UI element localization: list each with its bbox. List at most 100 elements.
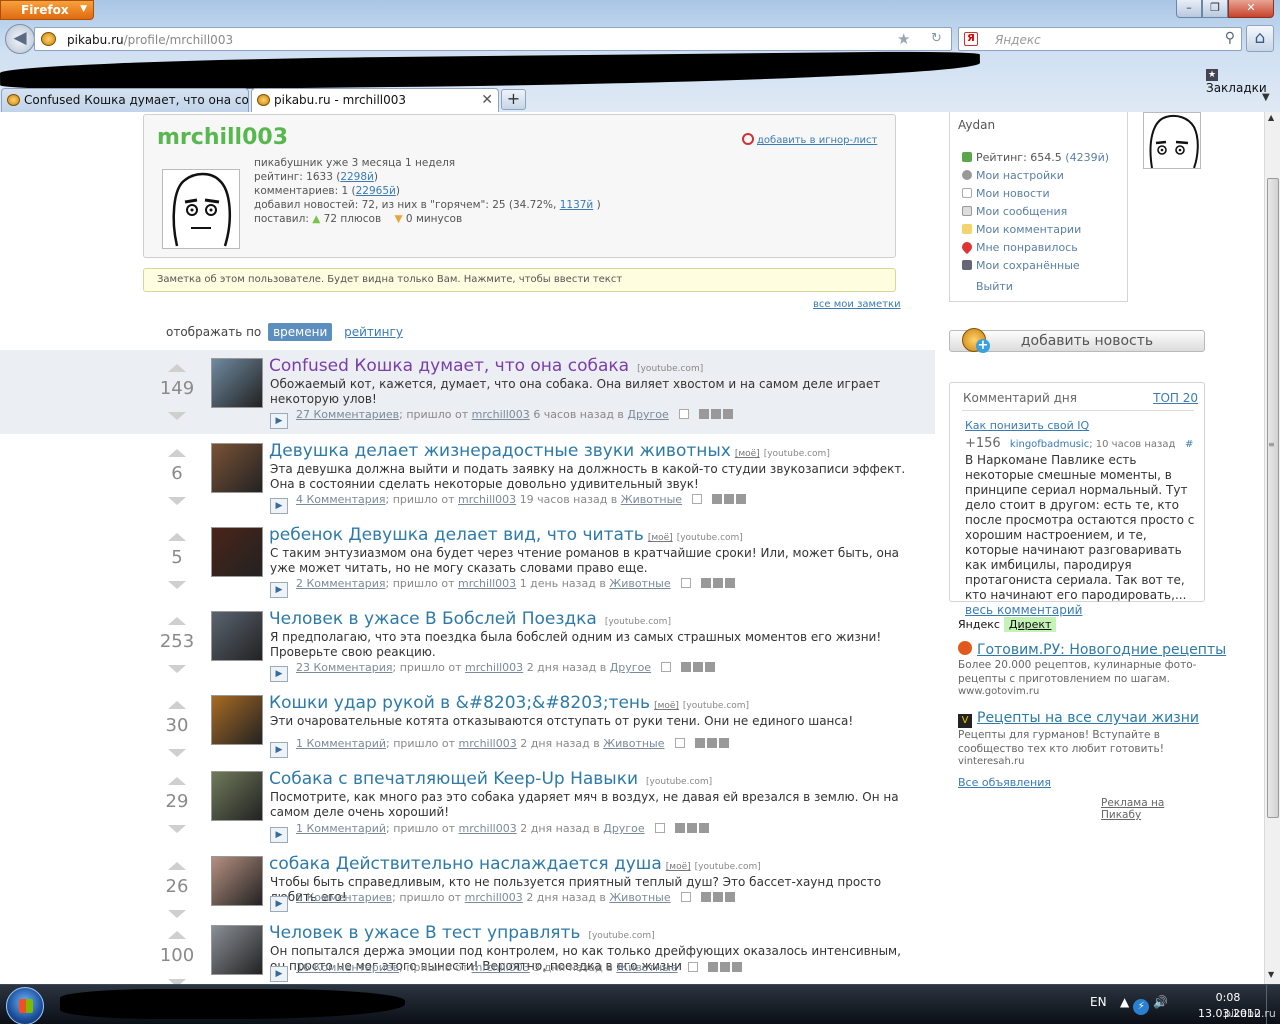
scroll-up-icon[interactable]: ▲	[1268, 113, 1274, 122]
post-title-link[interactable]: Человек в ужасе В тест управлять [youtube…	[269, 923, 655, 943]
add-news-button[interactable]: + добавить новость	[949, 328, 1205, 353]
vk-icon[interactable]	[705, 662, 716, 672]
sort-by-rating-link[interactable]: рейтингу	[344, 325, 403, 339]
downvote-arrow-icon[interactable]	[168, 665, 186, 673]
comment-post-link[interactable]: Как понизить свой IQ	[965, 419, 1089, 432]
news-position-link[interactable]: 1137й	[560, 199, 594, 211]
comments-link[interactable]: 27 Комментариев	[296, 408, 399, 421]
maximize-button[interactable]: ❐	[1202, 0, 1228, 18]
volume-icon[interactable]: 🔊	[1153, 995, 1168, 1009]
sidebar-item-rating[interactable]: Рейтинг: 654.5 (4239й)	[962, 149, 1109, 167]
comments-link[interactable]: 1 Комментарий	[296, 737, 386, 750]
new-tab-button[interactable]: +	[501, 89, 526, 110]
vk-icon[interactable]	[724, 892, 735, 902]
comments-link[interactable]: 23 Комментария	[296, 661, 393, 674]
post-thumbnail[interactable]	[211, 527, 263, 577]
facebook-icon[interactable]	[681, 662, 692, 672]
downvote-arrow-icon[interactable]	[168, 497, 186, 505]
sidebar-item-comments[interactable]: Мои комментарии	[962, 221, 1109, 239]
twitter-icon[interactable]	[712, 578, 723, 588]
post-thumbnail[interactable]	[211, 925, 263, 975]
own-content-badge[interactable]: [моё]	[735, 449, 760, 459]
play-video-icon[interactable]: ▶	[270, 666, 288, 682]
reload-icon[interactable]: ↻	[931, 31, 942, 46]
own-content-badge[interactable]: [моё]	[648, 533, 673, 543]
upvote-arrow-icon[interactable]	[168, 449, 186, 457]
comments-link[interactable]: 1 Комментарий	[296, 822, 386, 835]
upvote-arrow-icon[interactable]	[168, 862, 186, 870]
twitter-icon[interactable]	[719, 962, 730, 972]
category-link[interactable]: Животные	[609, 577, 670, 590]
downvote-arrow-icon[interactable]	[168, 412, 186, 420]
author-link[interactable]: mrchill003	[465, 891, 523, 904]
firefox-menu-button[interactable]: Firefox ▼	[0, 0, 94, 20]
facebook-icon[interactable]	[700, 578, 711, 588]
ignore-list-link[interactable]: добавить в игнор-лист	[742, 133, 877, 146]
vk-icon[interactable]	[731, 962, 742, 972]
pikabu-ads-link[interactable]: Реклама на Пикабу	[1101, 797, 1203, 821]
facebook-icon[interactable]	[712, 494, 723, 504]
twitter-icon[interactable]	[686, 823, 697, 833]
post-thumbnail[interactable]	[211, 695, 263, 745]
bookmarks-menu[interactable]: ★Закладки	[1206, 65, 1280, 95]
play-video-icon[interactable]: ▶	[270, 827, 288, 843]
sidebar-item-liked[interactable]: Мне понравилось	[959, 239, 1109, 257]
sidebar-item-settings[interactable]: Мои настройки	[962, 167, 1109, 185]
author-link[interactable]: mrchill003	[465, 661, 523, 674]
tab-list-chevron-icon[interactable]: ▼	[1262, 92, 1270, 103]
address-bar[interactable]: pikabu.ru/profile/mrchill003 ★ ↻	[34, 27, 952, 51]
twitter-icon[interactable]	[706, 738, 717, 748]
downvote-arrow-icon[interactable]	[168, 749, 186, 757]
sidebar-item-messages[interactable]: Мои сообщения	[962, 203, 1109, 221]
play-video-icon[interactable]: ▶	[270, 413, 288, 429]
tab-confused-cat[interactable]: Confused Кошка думает, что она со...	[1, 88, 249, 112]
post-title-link[interactable]: Кошки удар рукой в &#8203;&#8203;тень [мо…	[269, 693, 749, 713]
comments-position-link[interactable]: 22965й	[356, 185, 396, 197]
vk-icon[interactable]	[718, 738, 729, 748]
upvote-arrow-icon[interactable]	[168, 931, 186, 939]
yandex-logo-icon[interactable]: Я	[964, 32, 978, 46]
post-thumbnail[interactable]	[211, 443, 263, 493]
scroll-down-icon[interactable]: ▼	[1268, 970, 1274, 979]
tab-profile[interactable]: pikabu.ru - mrchill003 ✕	[251, 88, 499, 112]
author-link[interactable]: mrchill003	[458, 493, 516, 506]
search-box[interactable]: Я Яндекс ⚲	[958, 27, 1242, 51]
comment-author-link[interactable]: kingofbadmusic	[1010, 439, 1089, 450]
sidebar-item-saved[interactable]: Мои сохранённые	[962, 257, 1109, 275]
minimize-button[interactable]: –	[1176, 0, 1202, 18]
facebook-icon[interactable]	[674, 823, 685, 833]
save-icon[interactable]	[674, 738, 685, 748]
post-title-link[interactable]: ребенок Девушка делает вид, что читать [м…	[269, 525, 743, 545]
facebook-icon[interactable]	[694, 738, 705, 748]
vertical-scrollbar[interactable]: ▲ ≡ ▼	[1264, 112, 1280, 984]
downvote-arrow-icon[interactable]	[168, 581, 186, 589]
back-button[interactable]: ◀	[5, 24, 35, 54]
post-thumbnail[interactable]	[211, 856, 263, 906]
play-video-icon[interactable]: ▶	[270, 582, 288, 598]
author-link[interactable]: mrchill003	[472, 961, 530, 974]
post-title-link[interactable]: собака Действительно наслаждается душа [м…	[269, 854, 761, 874]
upvote-arrow-icon[interactable]	[168, 777, 186, 785]
network-icon[interactable]: ⚡	[1133, 999, 1150, 1015]
comments-link[interactable]: 5 Комментариев	[296, 891, 392, 904]
rating-position-link[interactable]: (4239й)	[1065, 151, 1109, 164]
author-link[interactable]: mrchill003	[459, 822, 517, 835]
full-comment-link[interactable]: весь комментарий	[965, 603, 1082, 617]
category-link[interactable]: Другое	[627, 408, 668, 421]
post-thumbnail[interactable]	[211, 771, 263, 821]
save-icon[interactable]	[661, 662, 672, 672]
post-thumbnail[interactable]	[211, 358, 263, 408]
downvote-arrow-icon[interactable]	[168, 825, 186, 833]
save-icon[interactable]	[680, 892, 691, 902]
logout-link[interactable]: Выйти	[976, 280, 1013, 293]
post-thumbnail[interactable]	[211, 611, 263, 661]
twitter-icon[interactable]	[710, 409, 721, 419]
home-button[interactable]: ⌂	[1246, 25, 1274, 52]
all-notes-link[interactable]: все мои заметки	[813, 299, 901, 310]
category-link[interactable]: Животные	[609, 891, 670, 904]
save-icon[interactable]	[687, 962, 698, 972]
scrollbar-thumb[interactable]	[1267, 178, 1279, 818]
twitter-icon[interactable]	[693, 662, 704, 672]
play-video-icon[interactable]: ▶	[270, 896, 288, 912]
close-tab-icon[interactable]: ✕	[481, 92, 493, 108]
